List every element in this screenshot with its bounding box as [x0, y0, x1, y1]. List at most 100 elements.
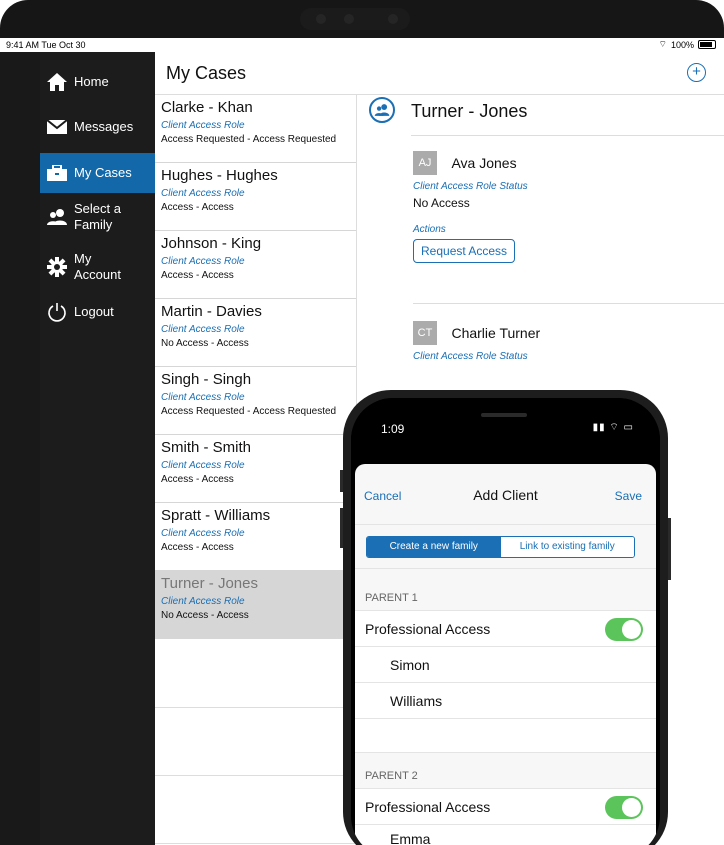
case-name: Clarke - Khan [161, 99, 253, 116]
add-case-button[interactable]: + [687, 63, 706, 82]
case-status: Access - Access [161, 270, 234, 281]
family-title: Turner - Jones [411, 101, 528, 121]
professional-access-toggle[interactable] [605, 618, 643, 641]
empty-row-divider [155, 707, 356, 708]
case-name: Smith - Smith [161, 439, 252, 456]
sidebar-item-label: Logout [74, 304, 114, 319]
case-name: Martin - Davies [161, 303, 262, 320]
sidebar-item-my-cases[interactable]: My Cases [40, 153, 155, 193]
case-role: Client Access Role [161, 392, 245, 403]
battery-icon [698, 40, 716, 49]
sidebar-item-label: Home [74, 74, 109, 89]
section-header-parent1: PARENT 1 [365, 592, 418, 604]
family-icon [40, 209, 74, 225]
status-right: ⌔ 100% [658, 39, 716, 50]
case-role: Client Access Role [161, 528, 245, 539]
case-status: Access - Access [161, 542, 234, 553]
sidebar-item-label: My Cases [74, 165, 132, 180]
sidebar-item-label: Select a Family [74, 201, 121, 232]
case-item[interactable]: Hughes - Hughes Client Access Role Acces… [155, 163, 356, 231]
case-role: Client Access Role [161, 460, 245, 471]
battery-percent: 100% [670, 39, 694, 50]
speaker-icon [481, 413, 527, 417]
envelope-icon [40, 120, 74, 134]
phone-screen: 1:09 ▮▮ ⌔ ▭ Cancel Add Client Save Creat… [351, 398, 660, 845]
avatar: AJ [413, 151, 437, 175]
member-name: Charlie Turner [451, 325, 541, 341]
case-name: Spratt - Williams [161, 507, 271, 524]
save-button[interactable]: Save [615, 489, 642, 503]
avatar: CT [413, 321, 437, 345]
sidebar-item-label: My Account [74, 251, 121, 282]
tablet-frame: 9:41 AM Tue Oct 30 ⌔ 100% Home Messages [0, 0, 724, 845]
family-mode-segmented-control: Create a new family Link to existing fam… [366, 536, 635, 558]
first-name-row[interactable]: Simon [355, 646, 656, 682]
segment-create-family[interactable]: Create a new family [367, 537, 501, 557]
empty-row-divider [155, 775, 356, 776]
case-item[interactable]: Johnson - King Client Access Role Access… [155, 231, 356, 299]
case-item[interactable]: Singh - Singh Client Access Role Access … [155, 367, 356, 435]
case-status: No Access - Access [161, 610, 249, 621]
case-name: Johnson - King [161, 235, 262, 252]
status-time: 9:41 AM Tue Oct 30 [6, 40, 86, 50]
camera-bar [300, 8, 410, 30]
case-name: Hughes - Hughes [161, 167, 278, 184]
sidebar: Home Messages My Cases Select a Family M… [0, 52, 155, 845]
first-name-field[interactable]: Emma [390, 831, 430, 845]
case-role: Client Access Role [161, 324, 245, 335]
last-name-field[interactable]: Williams [390, 693, 442, 709]
member-status: No Access [413, 196, 470, 210]
sheet-title: Add Client [473, 487, 538, 503]
power-icon [40, 302, 74, 322]
section-header-parent2: PARENT 2 [365, 770, 418, 782]
wifi-icon: ⌔ [658, 39, 667, 49]
first-name-row[interactable]: Emma [355, 824, 656, 845]
segment-link-family[interactable]: Link to existing family [500, 537, 634, 557]
case-list: Clarke - Khan Client Access Role Access … [155, 95, 357, 845]
case-item[interactable]: Martin - Davies Client Access Role No Ac… [155, 299, 356, 367]
professional-access-label: Professional Access [365, 799, 491, 815]
member-role-label: Client Access Role Status [413, 181, 528, 192]
phone-frame: 1:09 ▮▮ ⌔ ▭ Cancel Add Client Save Creat… [340, 390, 671, 845]
member-card: CT Charlie Turner Client Access Role Sta… [413, 321, 540, 362]
professional-access-label: Professional Access [365, 621, 491, 637]
sidebar-item-my-account[interactable]: My Account [40, 247, 155, 287]
professional-access-toggle[interactable] [605, 796, 643, 819]
case-name: Singh - Singh [161, 371, 252, 388]
briefcase-icon [40, 165, 74, 181]
signal-wifi-battery-icon: ▮▮ ⌔ ▭ [592, 422, 634, 433]
sidebar-item-logout[interactable]: Logout [40, 297, 155, 327]
family-icon [369, 97, 395, 123]
empty-row [355, 718, 656, 752]
add-client-sheet: Cancel Add Client Save Create a new fami… [355, 464, 656, 845]
case-role: Client Access Role [161, 188, 245, 199]
divider [411, 135, 724, 136]
sheet-nav: Cancel Add Client Save [355, 464, 656, 525]
professional-access-row: Professional Access [355, 788, 656, 824]
case-item[interactable]: Smith - Smith Client Access Role Access … [155, 435, 356, 503]
case-status: No Access - Access [161, 338, 249, 349]
case-status: Access - Access [161, 474, 234, 485]
sidebar-item-select-family[interactable]: Select a Family [40, 197, 155, 237]
sidebar-item-home[interactable]: Home [40, 62, 155, 102]
request-access-button[interactable]: Request Access [413, 239, 516, 263]
first-name-field[interactable]: Simon [390, 657, 430, 673]
case-item[interactable]: Clarke - Khan Client Access Role Access … [155, 95, 356, 163]
empty-row-divider [155, 843, 356, 844]
last-name-row[interactable]: Williams [355, 682, 656, 718]
case-role: Client Access Role [161, 120, 245, 131]
home-icon [40, 72, 74, 92]
case-role: Client Access Role [161, 596, 245, 607]
member-name: Ava Jones [451, 155, 517, 171]
member-card: AJ Ava Jones Client Access Role Status N… [413, 151, 528, 263]
case-status: Access - Access [161, 202, 234, 213]
actions-label: Actions [413, 224, 446, 235]
case-status: Access Requested - Access Requested [161, 406, 337, 417]
sidebar-item-messages[interactable]: Messages [40, 107, 155, 147]
case-item-selected[interactable]: Turner - Jones Client Access Role No Acc… [155, 571, 356, 639]
header: My Cases + [155, 52, 724, 95]
case-item[interactable]: Spratt - Williams Client Access Role Acc… [155, 503, 356, 571]
phone-time: 1:09 [381, 422, 405, 436]
gear-icon [40, 257, 74, 277]
divider [413, 303, 724, 304]
